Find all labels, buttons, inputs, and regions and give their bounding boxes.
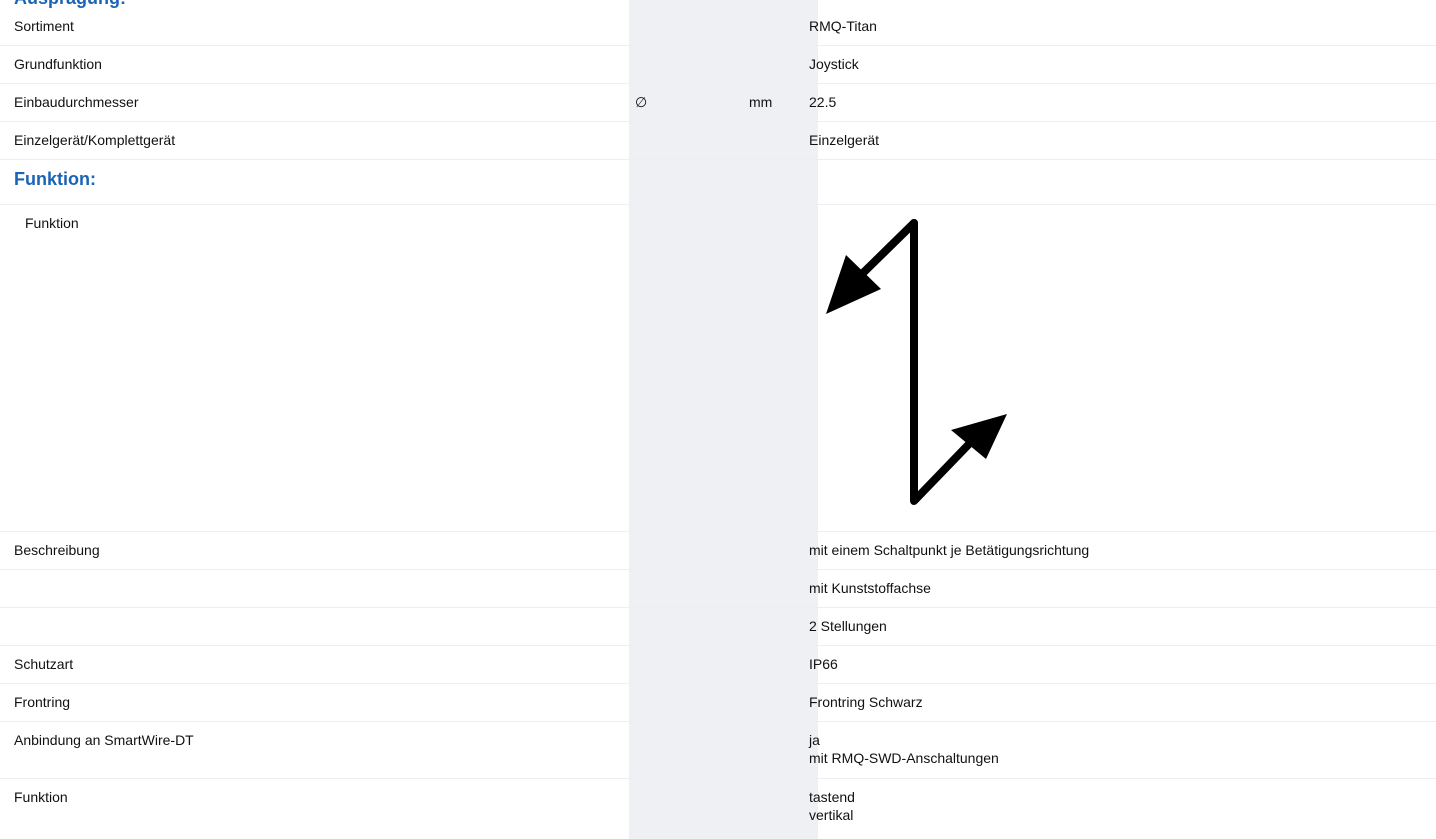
- row-label: Schutzart: [14, 656, 74, 672]
- row-label: Frontring: [14, 694, 71, 710]
- row-value-line: vertikal: [809, 807, 854, 823]
- table-row-funktion-image: Funktion: [0, 205, 1436, 532]
- table-row-beschreibung-2: mit Kunststoffachse: [0, 570, 1436, 608]
- row-label: Grundfunktion: [14, 56, 102, 72]
- table-row-frontring: Frontring Frontring Schwarz: [0, 684, 1436, 722]
- table-row-grundfunktion: Grundfunktion Joystick: [0, 46, 1436, 84]
- row-value: tastend vertikal: [809, 788, 855, 824]
- row-value: 2 Stellungen: [809, 618, 887, 634]
- row-value: Einzelgerät: [809, 132, 880, 148]
- table-row-einzelgeraet: Einzelgerät/Komplettgerät Einzelgerät: [0, 122, 1436, 160]
- table-row-smartwire: Anbindung an SmartWire-DT ja mit RMQ-SWD…: [0, 722, 1436, 779]
- row-value: mit Kunststoffachse: [809, 580, 931, 596]
- section-label: Funktion:: [14, 169, 96, 189]
- row-label: Einbaudurchmesser: [14, 94, 139, 110]
- row-label: Beschreibung: [14, 542, 100, 558]
- row-value-line: mit RMQ-SWD-Anschaltungen: [809, 750, 999, 766]
- row-value: IP66: [809, 656, 838, 672]
- diameter-symbol: ∅: [635, 94, 648, 110]
- table-row-beschreibung-3: 2 Stellungen: [0, 608, 1436, 646]
- row-label: Sortiment: [14, 18, 74, 34]
- table-row-beschreibung: Beschreibung mit einem Schaltpunkt je Be…: [0, 532, 1436, 570]
- row-value-line: ja: [809, 732, 820, 748]
- row-value-line: tastend: [809, 789, 855, 805]
- section-heading-auspraegung: Auspragung:: [14, 0, 126, 8]
- row-label: Funktion: [14, 789, 68, 805]
- row-value: 22.5: [809, 94, 837, 110]
- section-heading-funktion: Funktion:: [0, 160, 1436, 205]
- table-row-funktion-mode: Funktion tastend vertikal: [0, 779, 1436, 839]
- table-row-sortiment: Sortiment RMQ-Titan: [0, 8, 1436, 46]
- spec-table: Sortiment RMQ-Titan Grundfunktion Joysti…: [0, 8, 1436, 839]
- row-unit: mm: [749, 94, 773, 110]
- row-value: Frontring Schwarz: [809, 694, 923, 710]
- row-label: Funktion: [25, 215, 79, 231]
- table-row-einbaudurchmesser: Einbaudurchmesser ∅ mm 22.5: [0, 84, 1436, 122]
- table-row-schutzart: Schutzart IP66: [0, 646, 1436, 684]
- row-value: Joystick: [809, 56, 859, 72]
- row-value: mit einem Schaltpunkt je Betätigungsrich…: [809, 542, 1090, 558]
- row-label: Einzelgerät/Komplettgerät: [14, 132, 176, 148]
- row-label: Anbindung an SmartWire-DT: [14, 732, 194, 748]
- row-value: ja mit RMQ-SWD-Anschaltungen: [809, 731, 999, 767]
- row-value: RMQ-Titan: [809, 18, 877, 34]
- joystick-function-arrows-icon: [826, 219, 1007, 505]
